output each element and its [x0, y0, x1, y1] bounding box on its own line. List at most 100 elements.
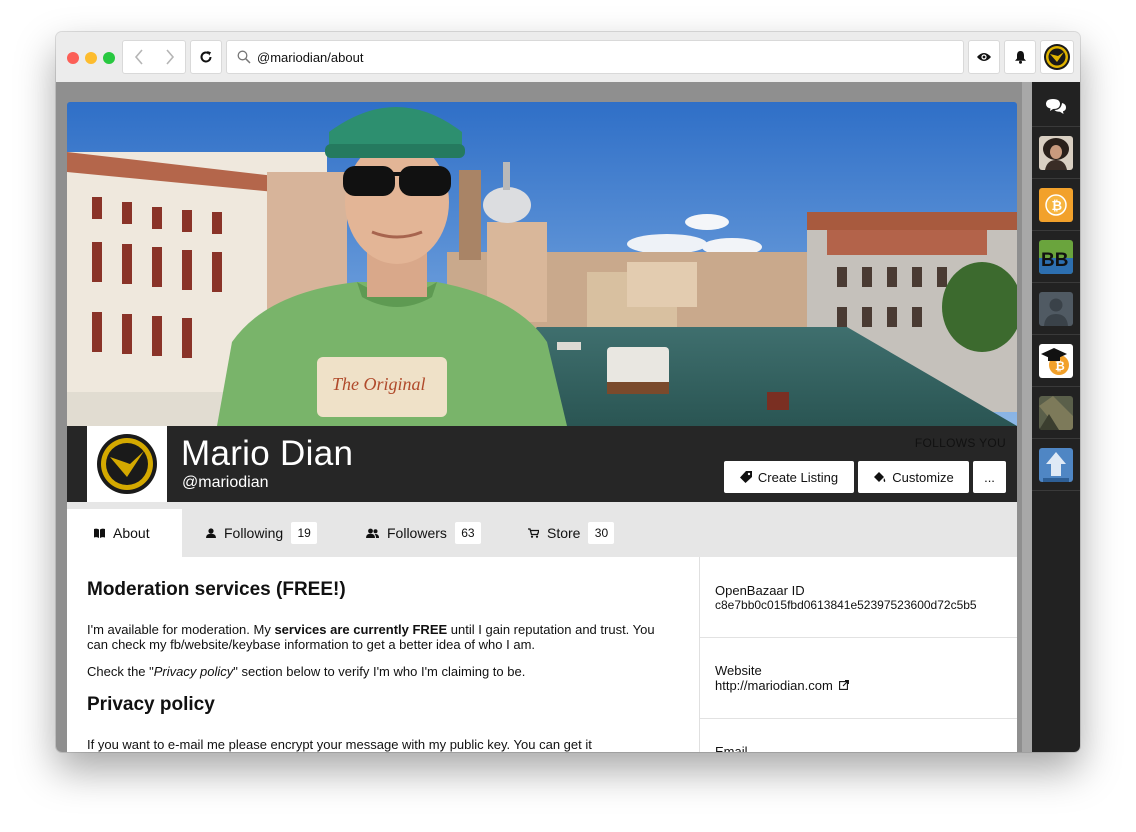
- avatar: [1039, 396, 1073, 430]
- followers-count: 63: [454, 522, 481, 544]
- sidebar-divider: [1032, 126, 1080, 127]
- email-block: Email: [715, 744, 1005, 752]
- about-p2-text-c: " section below to verify I'm who I'm cl…: [233, 664, 526, 679]
- profile-avatar[interactable]: [87, 426, 167, 502]
- tab-following-label: Following: [224, 525, 284, 541]
- about-paragraph-1: I'm available for moderation. My service…: [87, 622, 677, 652]
- profile-header: Mario Dian @mariodian FOLLOWS YOU Create…: [67, 426, 1017, 502]
- eye-icon: [977, 53, 991, 61]
- address-bar[interactable]: @mariodian/about: [226, 40, 964, 74]
- customize-button[interactable]: Customize: [858, 461, 969, 493]
- svg-text:₿: ₿: [1052, 198, 1063, 213]
- about-heading-moderation: Moderation services (FREE!): [87, 579, 346, 600]
- svg-text:₿: ₿: [1055, 359, 1065, 373]
- avatar: [1044, 44, 1070, 70]
- cover-photo: The Original: [67, 102, 1017, 426]
- chevron-right-icon: [165, 49, 174, 65]
- forward-button[interactable]: [154, 41, 185, 73]
- chat-contact-6[interactable]: [1039, 396, 1073, 430]
- about-paragraph-3: If you want to e-mail me please encrypt …: [87, 737, 592, 752]
- profile-tabs: About Following 19 Followers 63 Store 30: [67, 502, 1017, 557]
- scrollbar[interactable]: [1022, 82, 1032, 752]
- users-icon: [366, 528, 379, 538]
- openbazaar-id-label: OpenBazaar ID: [715, 583, 805, 598]
- tab-about[interactable]: About: [67, 509, 182, 557]
- profile-handle: @mariodian: [182, 474, 269, 491]
- chat-sidebar: ₿ BB ₿: [1032, 82, 1080, 752]
- follows-you-label: FOLLOWS YOU: [914, 436, 1006, 450]
- app-window: @mariodian/about The Original Mario Dian…: [56, 32, 1080, 752]
- graduation-bitcoin-avatar: ₿: [1039, 344, 1073, 378]
- info-divider: [700, 718, 1017, 719]
- external-link-icon: [839, 680, 850, 690]
- about-p1-text-a: I'm available for moderation. My: [87, 622, 275, 637]
- close-window-button[interactable]: [67, 52, 79, 64]
- sidebar-divider: [1032, 386, 1080, 387]
- chat-button[interactable]: [1039, 90, 1073, 124]
- top-bar: @mariodian/about: [56, 32, 1080, 83]
- privacy-policy-link[interactable]: Privacy policy: [154, 664, 233, 679]
- chat-contact-3[interactable]: BB: [1039, 240, 1073, 274]
- tab-store[interactable]: Store 30: [528, 509, 615, 557]
- following-count: 19: [291, 522, 318, 544]
- tag-icon: [739, 471, 752, 483]
- website-value: http://mariodian.com: [715, 678, 833, 693]
- about-heading-privacy: Privacy policy: [87, 694, 215, 715]
- website-label: Website: [715, 663, 762, 678]
- more-button[interactable]: ...: [973, 461, 1006, 493]
- visibility-button[interactable]: [968, 40, 1000, 74]
- chat-contact-2[interactable]: ₿: [1039, 188, 1073, 222]
- sidebar-divider: [1032, 334, 1080, 335]
- back-button[interactable]: [123, 41, 154, 73]
- create-listing-label: Create Listing: [757, 469, 839, 485]
- sidebar-divider: [1032, 438, 1080, 439]
- default-user-icon: [1039, 292, 1073, 326]
- avatar: BB: [1039, 240, 1073, 274]
- chat-contact-1[interactable]: [1039, 136, 1073, 170]
- website-block: Website http://mariodian.com: [715, 663, 1005, 693]
- store-count: 30: [588, 522, 615, 544]
- more-label: ...: [984, 469, 995, 485]
- bell-icon: [1014, 51, 1026, 64]
- create-listing-button[interactable]: Create Listing: [724, 461, 854, 493]
- bitcoin-avatar: ₿: [1039, 188, 1073, 222]
- chevron-left-icon: [134, 49, 143, 65]
- address-text: @mariodian/about: [257, 49, 364, 65]
- chat-contact-7[interactable]: [1039, 448, 1073, 482]
- openbazaar-id-value: c8e7bb0c015fbd0613841e52397523600d72c5b5: [715, 598, 977, 612]
- email-label: Email: [715, 744, 748, 752]
- openbazaar-id-block: OpenBazaar ID c8e7bb0c015fbd0613841e5239…: [715, 583, 1005, 613]
- tab-following[interactable]: Following 19: [206, 509, 318, 557]
- profile-name: Mario Dian: [181, 434, 354, 473]
- chat-contact-4[interactable]: [1039, 292, 1073, 326]
- main-content[interactable]: The Original Mario Dian @mariodian FOLLO…: [56, 82, 1032, 752]
- chat-bubbles-icon: [1046, 99, 1066, 114]
- avatar: [1039, 136, 1073, 170]
- maximize-window-button[interactable]: [103, 52, 115, 64]
- about-paragraph-2: Check the "Privacy policy" section below…: [87, 664, 677, 679]
- customize-label: Customize: [892, 469, 954, 485]
- about-p2-text-a: Check the ": [87, 664, 154, 679]
- user-avatar-button[interactable]: [1040, 40, 1074, 74]
- sidebar-divider: [1032, 282, 1080, 283]
- minimize-window-button[interactable]: [85, 52, 97, 64]
- user-icon: [206, 528, 216, 538]
- sidebar-divider: [1032, 230, 1080, 231]
- refresh-button[interactable]: [190, 40, 222, 74]
- website-link[interactable]: http://mariodian.com: [715, 678, 1005, 693]
- moderator-logo-icon: [97, 434, 157, 494]
- cart-icon: [528, 528, 539, 538]
- tab-store-label: Store: [547, 525, 581, 541]
- about-p1-bold: services are currently FREE: [274, 622, 448, 637]
- chat-contact-5[interactable]: ₿: [1039, 344, 1073, 378]
- paint-bucket-icon: [874, 472, 886, 482]
- notifications-button[interactable]: [1004, 40, 1036, 74]
- book-icon: [94, 528, 105, 538]
- sidebar-divider: [1032, 178, 1080, 179]
- tab-about-label: About: [113, 525, 150, 541]
- tab-followers[interactable]: Followers 63: [366, 509, 481, 557]
- refresh-icon: [200, 51, 212, 63]
- search-icon: [237, 50, 251, 64]
- profile-info-panel: OpenBazaar ID c8e7bb0c015fbd0613841e5239…: [700, 557, 1017, 752]
- follows-you-badge: FOLLOWS YOU: [915, 436, 1006, 450]
